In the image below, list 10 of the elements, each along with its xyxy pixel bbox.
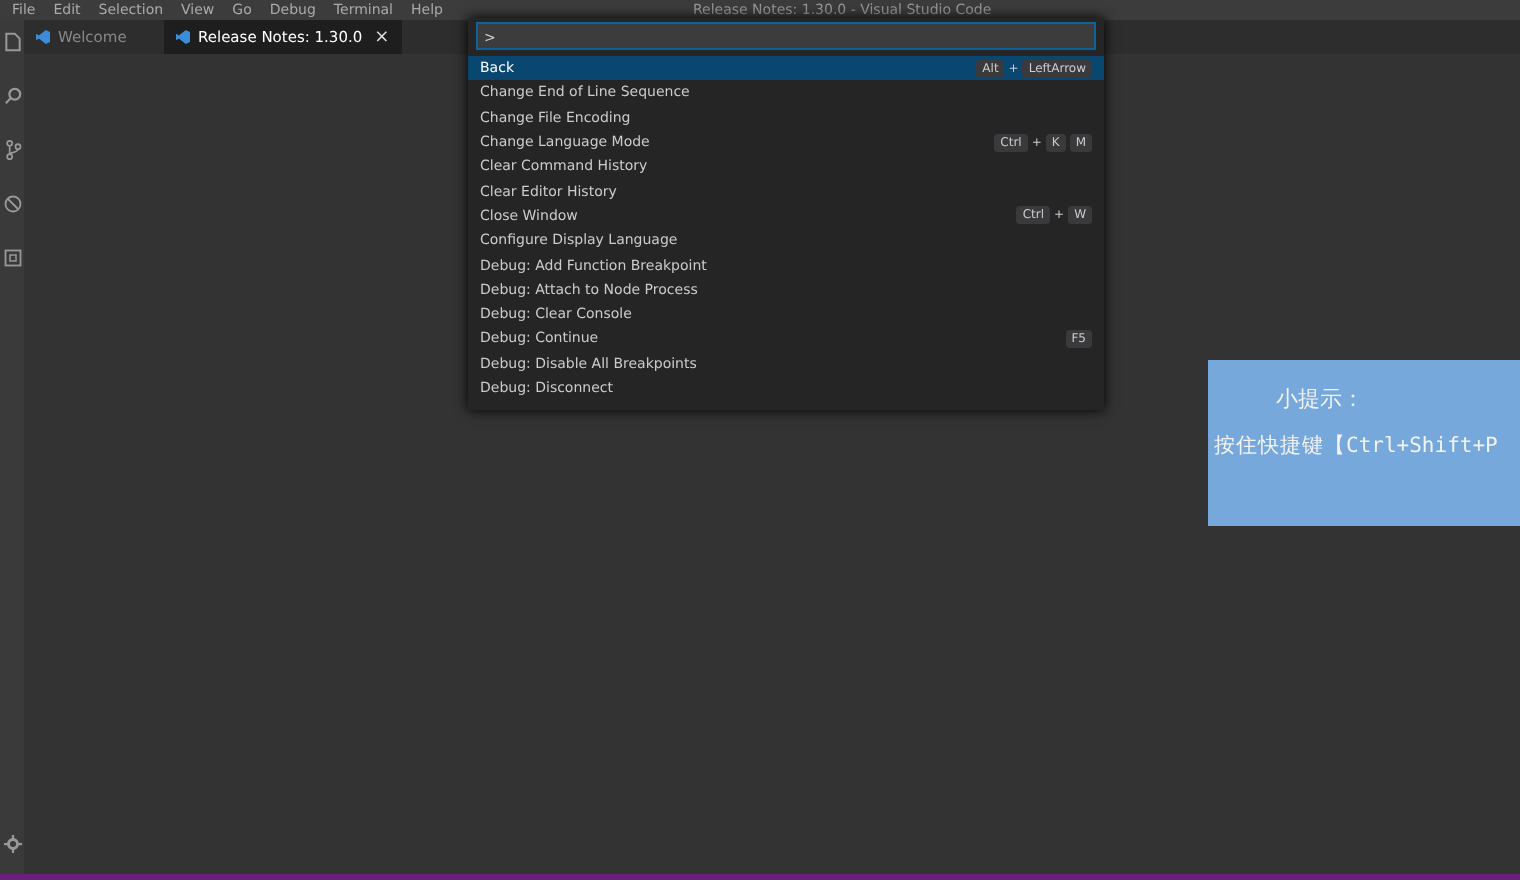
file-icon [36,30,50,44]
file-icon [176,30,190,44]
close-icon[interactable]: × [374,27,390,47]
settings-icon[interactable] [3,834,21,854]
extensions-icon[interactable] [3,248,21,268]
branch-icon[interactable] [3,140,21,160]
search-icon[interactable] [3,86,21,106]
tip-title: 小提示： [1276,384,1366,414]
files-icon[interactable] [3,32,21,52]
tip-text: 按住快捷键【Ctrl+Shift+P [1214,432,1500,460]
